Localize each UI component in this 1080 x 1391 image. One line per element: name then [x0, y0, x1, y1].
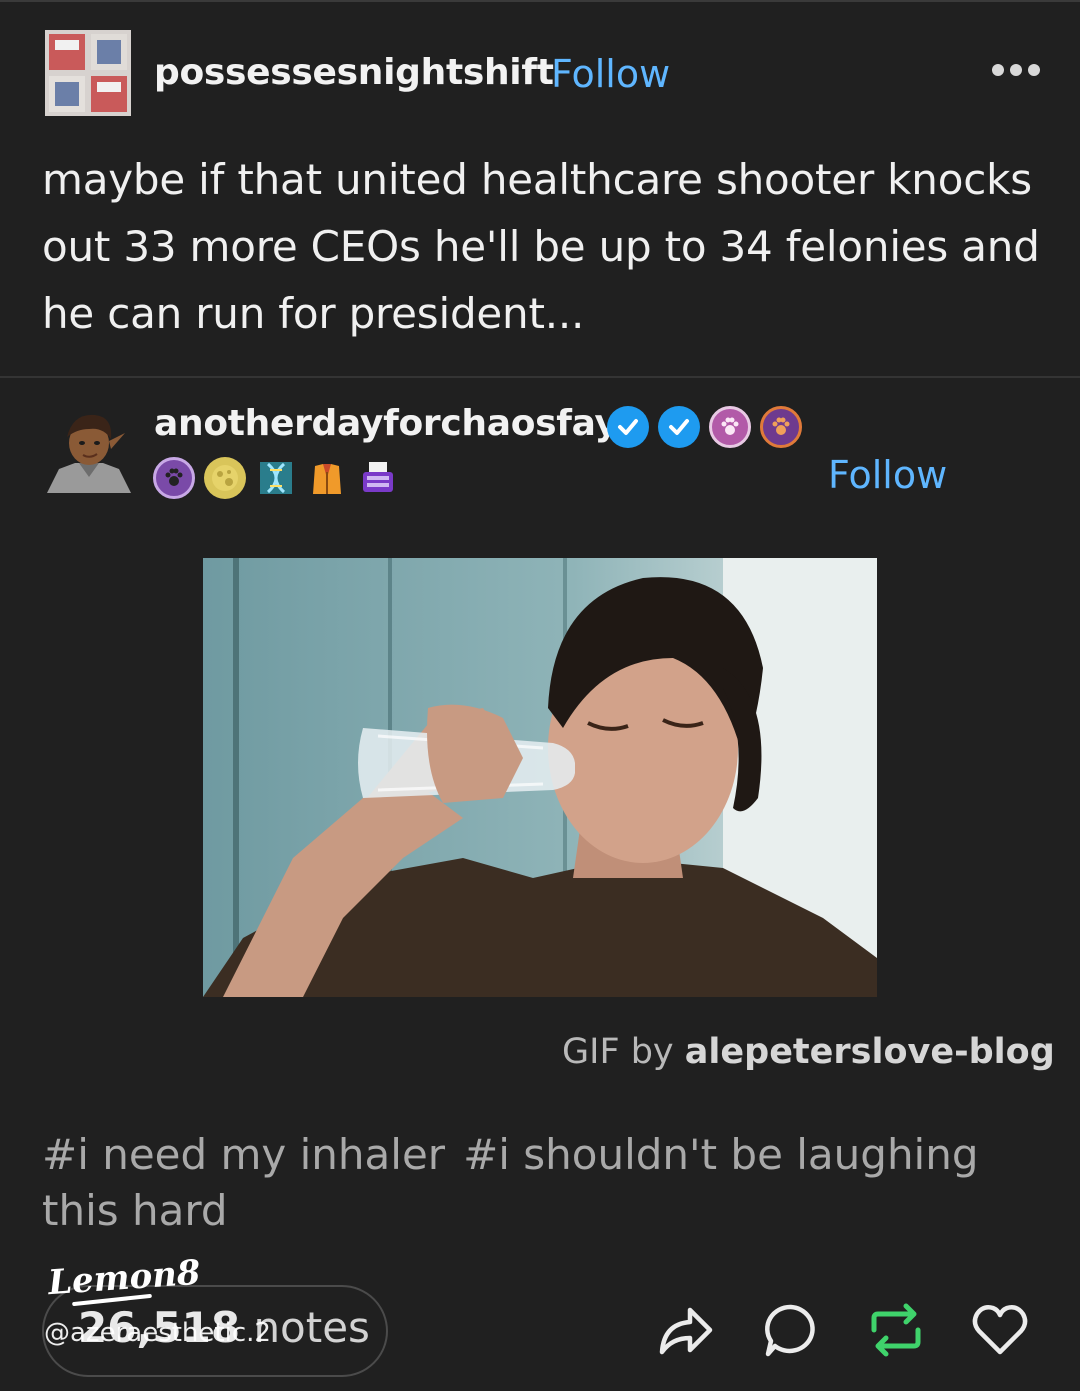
purple-paw-badge-icon[interactable] — [153, 457, 195, 499]
watermark-handle: @azeraesthetic.2 — [44, 1318, 271, 1348]
share-icon[interactable] — [656, 1300, 716, 1360]
top-border — [0, 0, 1080, 2]
moon-badge-icon[interactable] — [204, 457, 246, 499]
verified-badge-icon[interactable] — [658, 406, 700, 448]
more-options-icon[interactable] — [992, 64, 1048, 82]
reblogger-follow-button[interactable]: Follow — [828, 453, 947, 497]
reblogger-avatar[interactable] — [45, 407, 133, 495]
post-author-username[interactable]: possessesnightshift — [154, 52, 554, 93]
badge-row-bottom — [153, 457, 399, 499]
like-icon[interactable] — [970, 1300, 1030, 1360]
reblog-icon[interactable] — [866, 1300, 926, 1360]
tag-link[interactable]: #i need my inhaler — [42, 1130, 445, 1179]
gif-credit-prefix: GIF by — [562, 1032, 674, 1072]
badge-row-top — [607, 406, 802, 448]
post-body-text: maybe if that united healthcare shooter … — [42, 155, 1040, 338]
follow-button[interactable]: Follow — [551, 52, 670, 96]
tags-list: #i need my inhaler #i shouldn't be laughi… — [42, 1127, 1042, 1239]
dna-badge-icon[interactable] — [255, 457, 297, 499]
orange-paw-badge-icon[interactable] — [760, 406, 802, 448]
pink-paw-badge-icon[interactable] — [709, 406, 751, 448]
typewriter-badge-icon[interactable] — [357, 457, 399, 499]
gif-credit-author[interactable]: alepeterslove-blog — [685, 1032, 1055, 1072]
vest-badge-icon[interactable] — [306, 457, 348, 499]
reply-icon[interactable] — [761, 1300, 821, 1360]
avatar[interactable] — [45, 30, 131, 116]
gif-credit: GIF by alepeterslove-blog — [562, 1032, 1055, 1072]
gif-image[interactable] — [203, 558, 877, 997]
verified-badge-icon[interactable] — [607, 406, 649, 448]
reblogger-username[interactable]: anotherdayforchaosfay — [154, 403, 618, 444]
post-divider — [0, 376, 1080, 378]
